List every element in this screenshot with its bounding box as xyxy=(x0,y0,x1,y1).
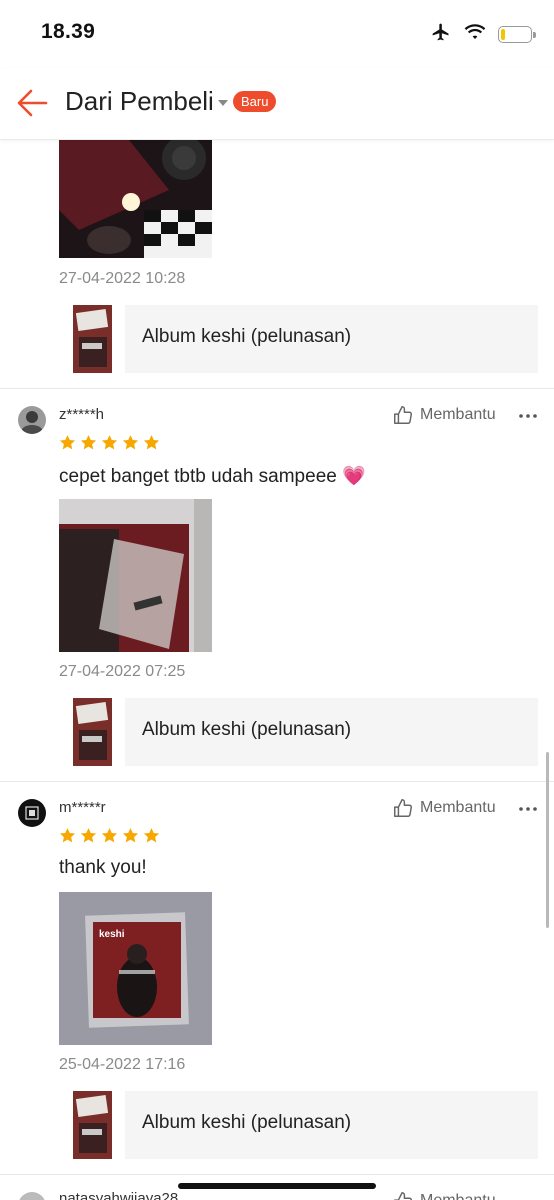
star-icon xyxy=(80,435,97,450)
star-icon xyxy=(80,828,97,843)
thumbs-up-icon xyxy=(394,406,413,424)
avatar[interactable] xyxy=(18,1192,46,1200)
avatar[interactable] xyxy=(18,799,46,827)
arrow-left-icon xyxy=(17,89,48,117)
product-thumbnail xyxy=(73,305,112,373)
review-photo[interactable]: keshi xyxy=(59,892,212,1045)
airplane-icon xyxy=(430,22,452,47)
wifi-icon xyxy=(464,23,486,46)
thumbs-up-icon xyxy=(394,1192,413,1200)
helpful-button[interactable]: Membantu xyxy=(392,797,496,819)
divider xyxy=(0,1174,554,1175)
review-date: 25-04-2022 17:16 xyxy=(59,1056,186,1073)
star-icon xyxy=(101,435,118,450)
product-name: Album keshi (pelunasan) xyxy=(142,326,352,347)
home-indicator[interactable] xyxy=(178,1183,376,1189)
product-link[interactable]: Album keshi (pelunasan) xyxy=(73,698,538,766)
star-icon xyxy=(122,435,139,450)
product-thumbnail xyxy=(73,1091,112,1159)
review-date: 27-04-2022 07:25 xyxy=(59,663,186,680)
review-date: 27-04-2022 10:28 xyxy=(59,270,186,287)
helpful-button[interactable]: Membantu xyxy=(392,404,496,426)
avatar[interactable] xyxy=(18,406,46,434)
product-link[interactable]: Album keshi (pelunasan) xyxy=(73,1091,538,1159)
helpful-label: Membantu xyxy=(420,406,496,423)
scrollbar[interactable] xyxy=(546,752,549,928)
status-time: 18.39 xyxy=(41,20,96,43)
status-bar: 18.39 xyxy=(0,0,554,68)
product-info: Album keshi (pelunasan) xyxy=(125,1091,538,1159)
product-thumbnail xyxy=(73,698,112,766)
thumbs-up-icon xyxy=(394,799,413,817)
star-icon xyxy=(143,435,160,450)
more-options-icon[interactable] xyxy=(518,406,538,426)
star-rating xyxy=(59,827,160,844)
caret-down-icon[interactable] xyxy=(218,100,228,106)
status-icons xyxy=(430,22,536,47)
star-icon xyxy=(101,828,118,843)
svg-text:keshi: keshi xyxy=(99,929,125,940)
review-text: thank you! xyxy=(59,857,147,878)
helpful-button[interactable]: Membantu xyxy=(392,1190,496,1200)
battery-level xyxy=(501,29,506,40)
star-icon xyxy=(59,435,76,450)
back-button[interactable] xyxy=(14,84,52,122)
product-info: Album keshi (pelunasan) xyxy=(125,698,538,766)
divider xyxy=(0,781,554,782)
battery-icon xyxy=(498,26,536,43)
more-options-icon[interactable] xyxy=(518,799,538,819)
star-rating xyxy=(59,434,160,451)
reviewer-username: z*****h xyxy=(59,406,105,423)
star-icon xyxy=(143,828,160,843)
helpful-label: Membantu xyxy=(420,799,496,816)
review-text: cepet banget tbtb udah sampeee 💗 xyxy=(59,466,366,487)
reviewer-username: natasyahwijaya28 xyxy=(59,1190,179,1200)
star-icon xyxy=(59,828,76,843)
divider xyxy=(0,388,554,389)
product-info: Album keshi (pelunasan) xyxy=(125,305,538,373)
product-name: Album keshi (pelunasan) xyxy=(142,1112,352,1133)
product-link[interactable]: Album keshi (pelunasan) xyxy=(73,305,538,373)
page-title[interactable]: Dari Pembeli xyxy=(65,86,214,117)
review-photo[interactable] xyxy=(59,499,212,652)
product-name: Album keshi (pelunasan) xyxy=(142,719,352,740)
header: Dari Pembeli Baru xyxy=(0,68,554,140)
new-badge: Baru xyxy=(233,91,277,112)
star-icon xyxy=(122,828,139,843)
reviewer-username: m*****r xyxy=(59,799,106,816)
helpful-label: Membantu xyxy=(420,1192,496,1200)
